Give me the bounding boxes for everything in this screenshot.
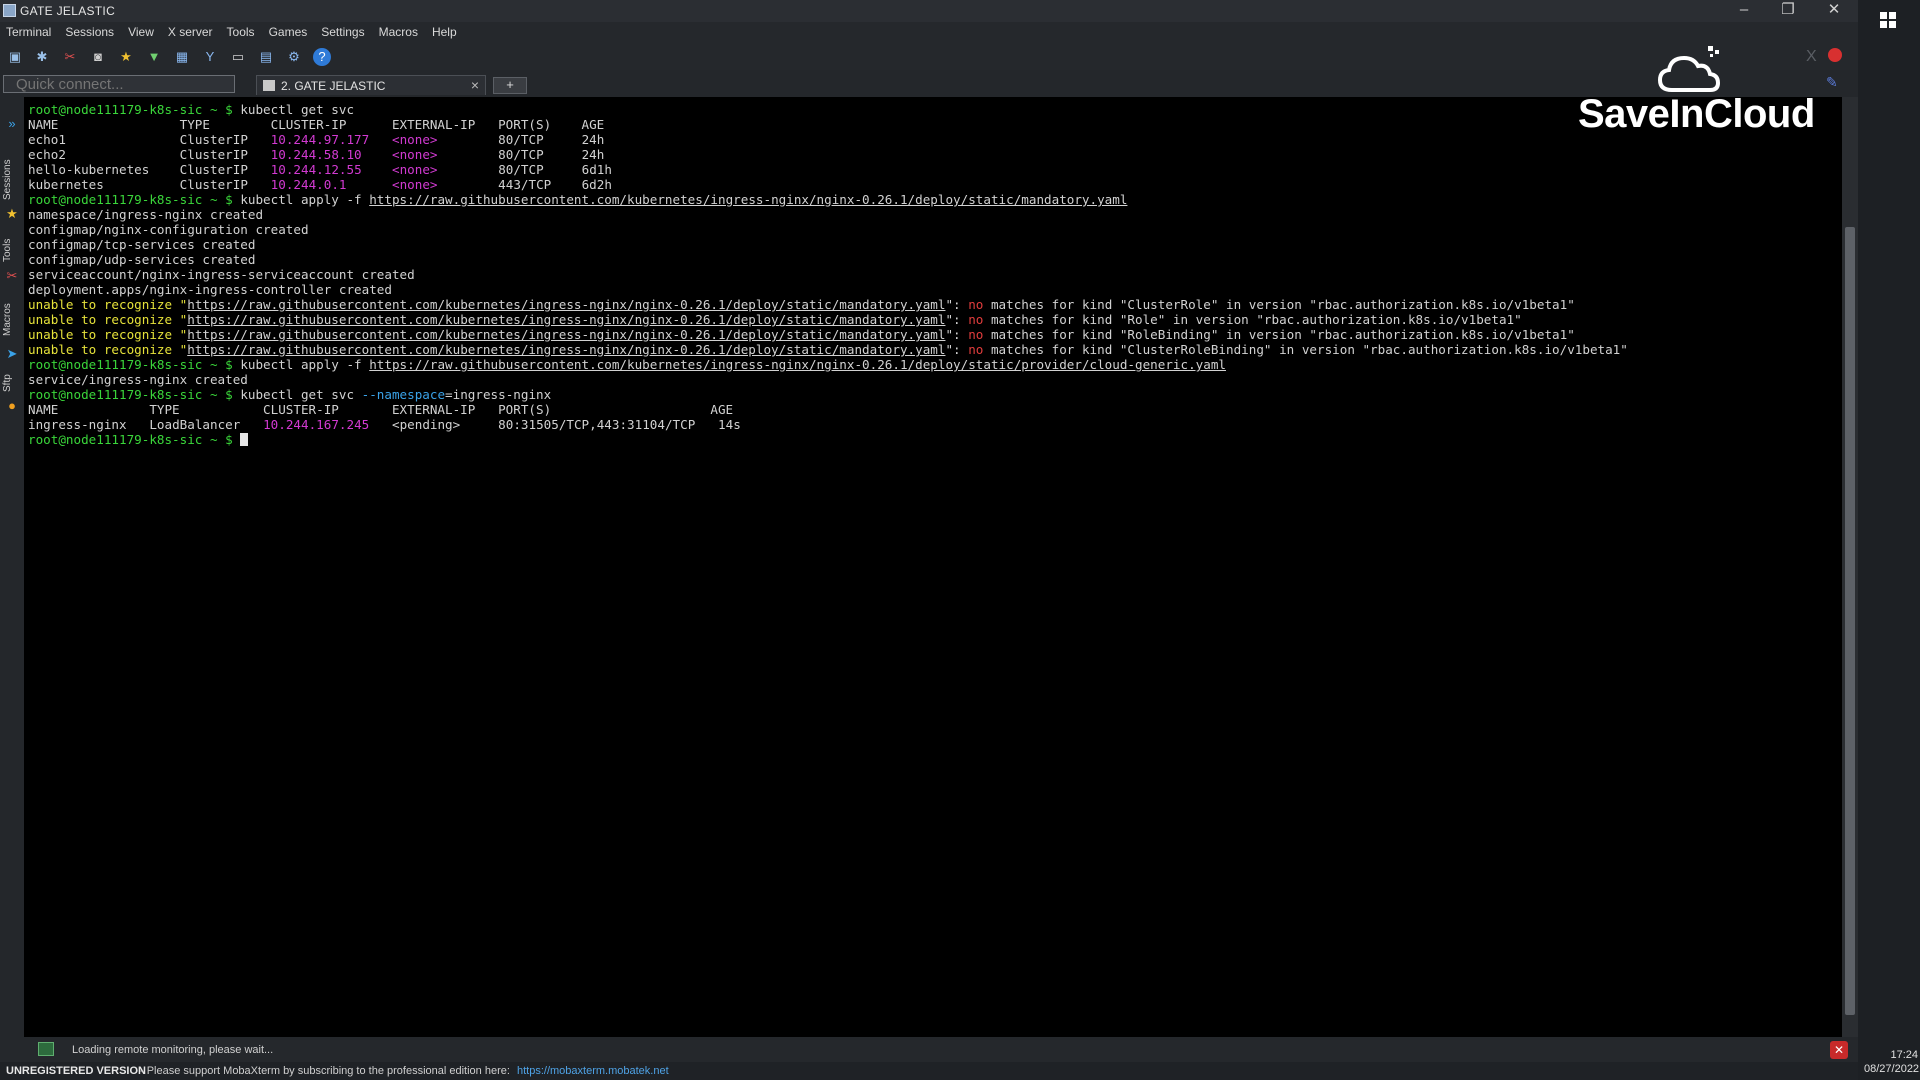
menu-macros[interactable]: Macros bbox=[373, 22, 426, 39]
send-icon[interactable]: ➤ bbox=[4, 346, 20, 362]
star-icon[interactable]: ★ bbox=[4, 206, 20, 222]
clock-date: 08/27/2022 bbox=[1864, 1063, 1920, 1075]
servers-icon[interactable]: ✱ bbox=[33, 48, 51, 66]
new-tab-button[interactable]: + bbox=[493, 77, 527, 94]
tools-icon[interactable]: ✂ bbox=[61, 48, 79, 66]
quick-connect-input[interactable] bbox=[3, 75, 235, 93]
windows-taskbar: 17:24 08/27/2022 bbox=[1858, 0, 1920, 1080]
window-title: GATE JELASTIC bbox=[20, 4, 116, 18]
status-text: Loading remote monitoring, please wait..… bbox=[72, 1044, 274, 1056]
sidebar-item-sessions[interactable]: Sessions bbox=[2, 152, 22, 208]
tunneling-icon[interactable]: ▭ bbox=[229, 48, 247, 66]
logo-text: SaveInCloud bbox=[1578, 92, 1815, 136]
right-tab-icons: X ✎ bbox=[1804, 46, 1844, 96]
status-close-icon[interactable]: ✕ bbox=[1830, 1041, 1848, 1059]
split-icon[interactable]: ▦ bbox=[173, 48, 191, 66]
cloud-logo-icon bbox=[1657, 46, 1721, 92]
menu-settings[interactable]: Settings bbox=[315, 22, 372, 39]
restore-button[interactable]: ❐ bbox=[1768, 0, 1808, 22]
menu-sessions[interactable]: Sessions bbox=[59, 22, 122, 39]
menu-terminal[interactable]: Terminal bbox=[0, 22, 59, 39]
cloud-generic-yaml-link[interactable]: https://raw.githubusercontent.com/kubern… bbox=[369, 357, 1226, 372]
tab-gate-jelastic[interactable]: 2. GATE JELASTIC × bbox=[256, 75, 486, 95]
tab-close-icon[interactable]: × bbox=[471, 77, 479, 93]
scrollbar-thumb[interactable] bbox=[1845, 227, 1855, 1015]
power-icon[interactable] bbox=[1828, 48, 1842, 62]
terminal-scrollbar[interactable] bbox=[1842, 97, 1858, 1037]
close-button[interactable]: ✕ bbox=[1814, 0, 1854, 22]
games-icon[interactable]: ◙ bbox=[89, 48, 107, 66]
menu-view[interactable]: View bbox=[122, 22, 162, 39]
packages-icon[interactable]: ▤ bbox=[257, 48, 275, 66]
settings-icon[interactable]: ⚙ bbox=[285, 48, 303, 66]
left-sidebar: » Sessions ★ Tools ✂ Macros ➤ Sftp ● bbox=[0, 112, 24, 414]
unregistered-label: UNREGISTERED VERSION bbox=[6, 1065, 146, 1077]
terminal-output[interactable]: root@node111179-k8s-sic ~ $ kubectl get … bbox=[24, 97, 1842, 1037]
tools-sidebar-icon[interactable]: ✂ bbox=[4, 268, 20, 284]
sidebar-item-macros[interactable]: Macros bbox=[2, 296, 22, 344]
tab-label: 2. GATE JELASTIC bbox=[281, 79, 386, 93]
sftp-icon[interactable]: ● bbox=[4, 398, 20, 414]
minimize-button[interactable]: – bbox=[1724, 0, 1764, 22]
monitor-icon bbox=[38, 1042, 54, 1056]
menu-games[interactable]: Games bbox=[263, 22, 316, 39]
status-bar: Loading remote monitoring, please wait..… bbox=[0, 1040, 1858, 1062]
menu-help[interactable]: Help bbox=[426, 22, 465, 39]
sessions-star-icon[interactable]: ★ bbox=[117, 48, 135, 66]
x-server-icon[interactable]: X bbox=[1806, 48, 1817, 66]
menu-tools[interactable]: Tools bbox=[221, 22, 263, 39]
sidebar-item-sftp[interactable]: Sftp bbox=[2, 368, 22, 398]
terminal-cursor bbox=[240, 433, 249, 446]
saveincloud-logo: SaveInCloud bbox=[1574, 40, 1836, 140]
taskbar-clock[interactable]: 17:24 08/27/2022 bbox=[1864, 1048, 1920, 1076]
session-icon[interactable]: ▣ bbox=[6, 48, 24, 66]
title-bar: GATE JELASTIC – ❐ ✕ bbox=[0, 0, 1858, 22]
help-icon[interactable]: ? bbox=[313, 48, 331, 66]
multiexec-icon[interactable]: Y bbox=[201, 48, 219, 66]
view-icon[interactable]: ▼ bbox=[145, 48, 163, 66]
menu-xserver[interactable]: X server bbox=[162, 22, 221, 39]
app-icon bbox=[3, 4, 16, 17]
terminal-text: root@node111179-k8s-sic ~ $ kubectl get … bbox=[28, 102, 1628, 447]
windows-start-icon[interactable] bbox=[1880, 12, 1896, 28]
clock-time: 17:24 bbox=[1890, 1049, 1918, 1061]
mobatek-link[interactable]: https://mobaxterm.mobatek.net bbox=[517, 1065, 669, 1077]
attachment-icon[interactable]: ✎ bbox=[1826, 74, 1838, 91]
support-text: - Please support MobaXterm by subscribin… bbox=[140, 1065, 510, 1077]
terminal-tab-icon bbox=[263, 80, 275, 91]
mandatory-yaml-link[interactable]: https://raw.githubusercontent.com/kubern… bbox=[369, 192, 1127, 207]
bottom-info-bar: UNREGISTERED VERSION - Please support Mo… bbox=[0, 1062, 1858, 1080]
app-window: GATE JELASTIC – ❐ ✕ Terminal Sessions View… bbox=[0, 0, 1858, 1080]
chevrons-icon[interactable]: » bbox=[4, 116, 20, 132]
sidebar-item-tools[interactable]: Tools bbox=[2, 230, 22, 270]
